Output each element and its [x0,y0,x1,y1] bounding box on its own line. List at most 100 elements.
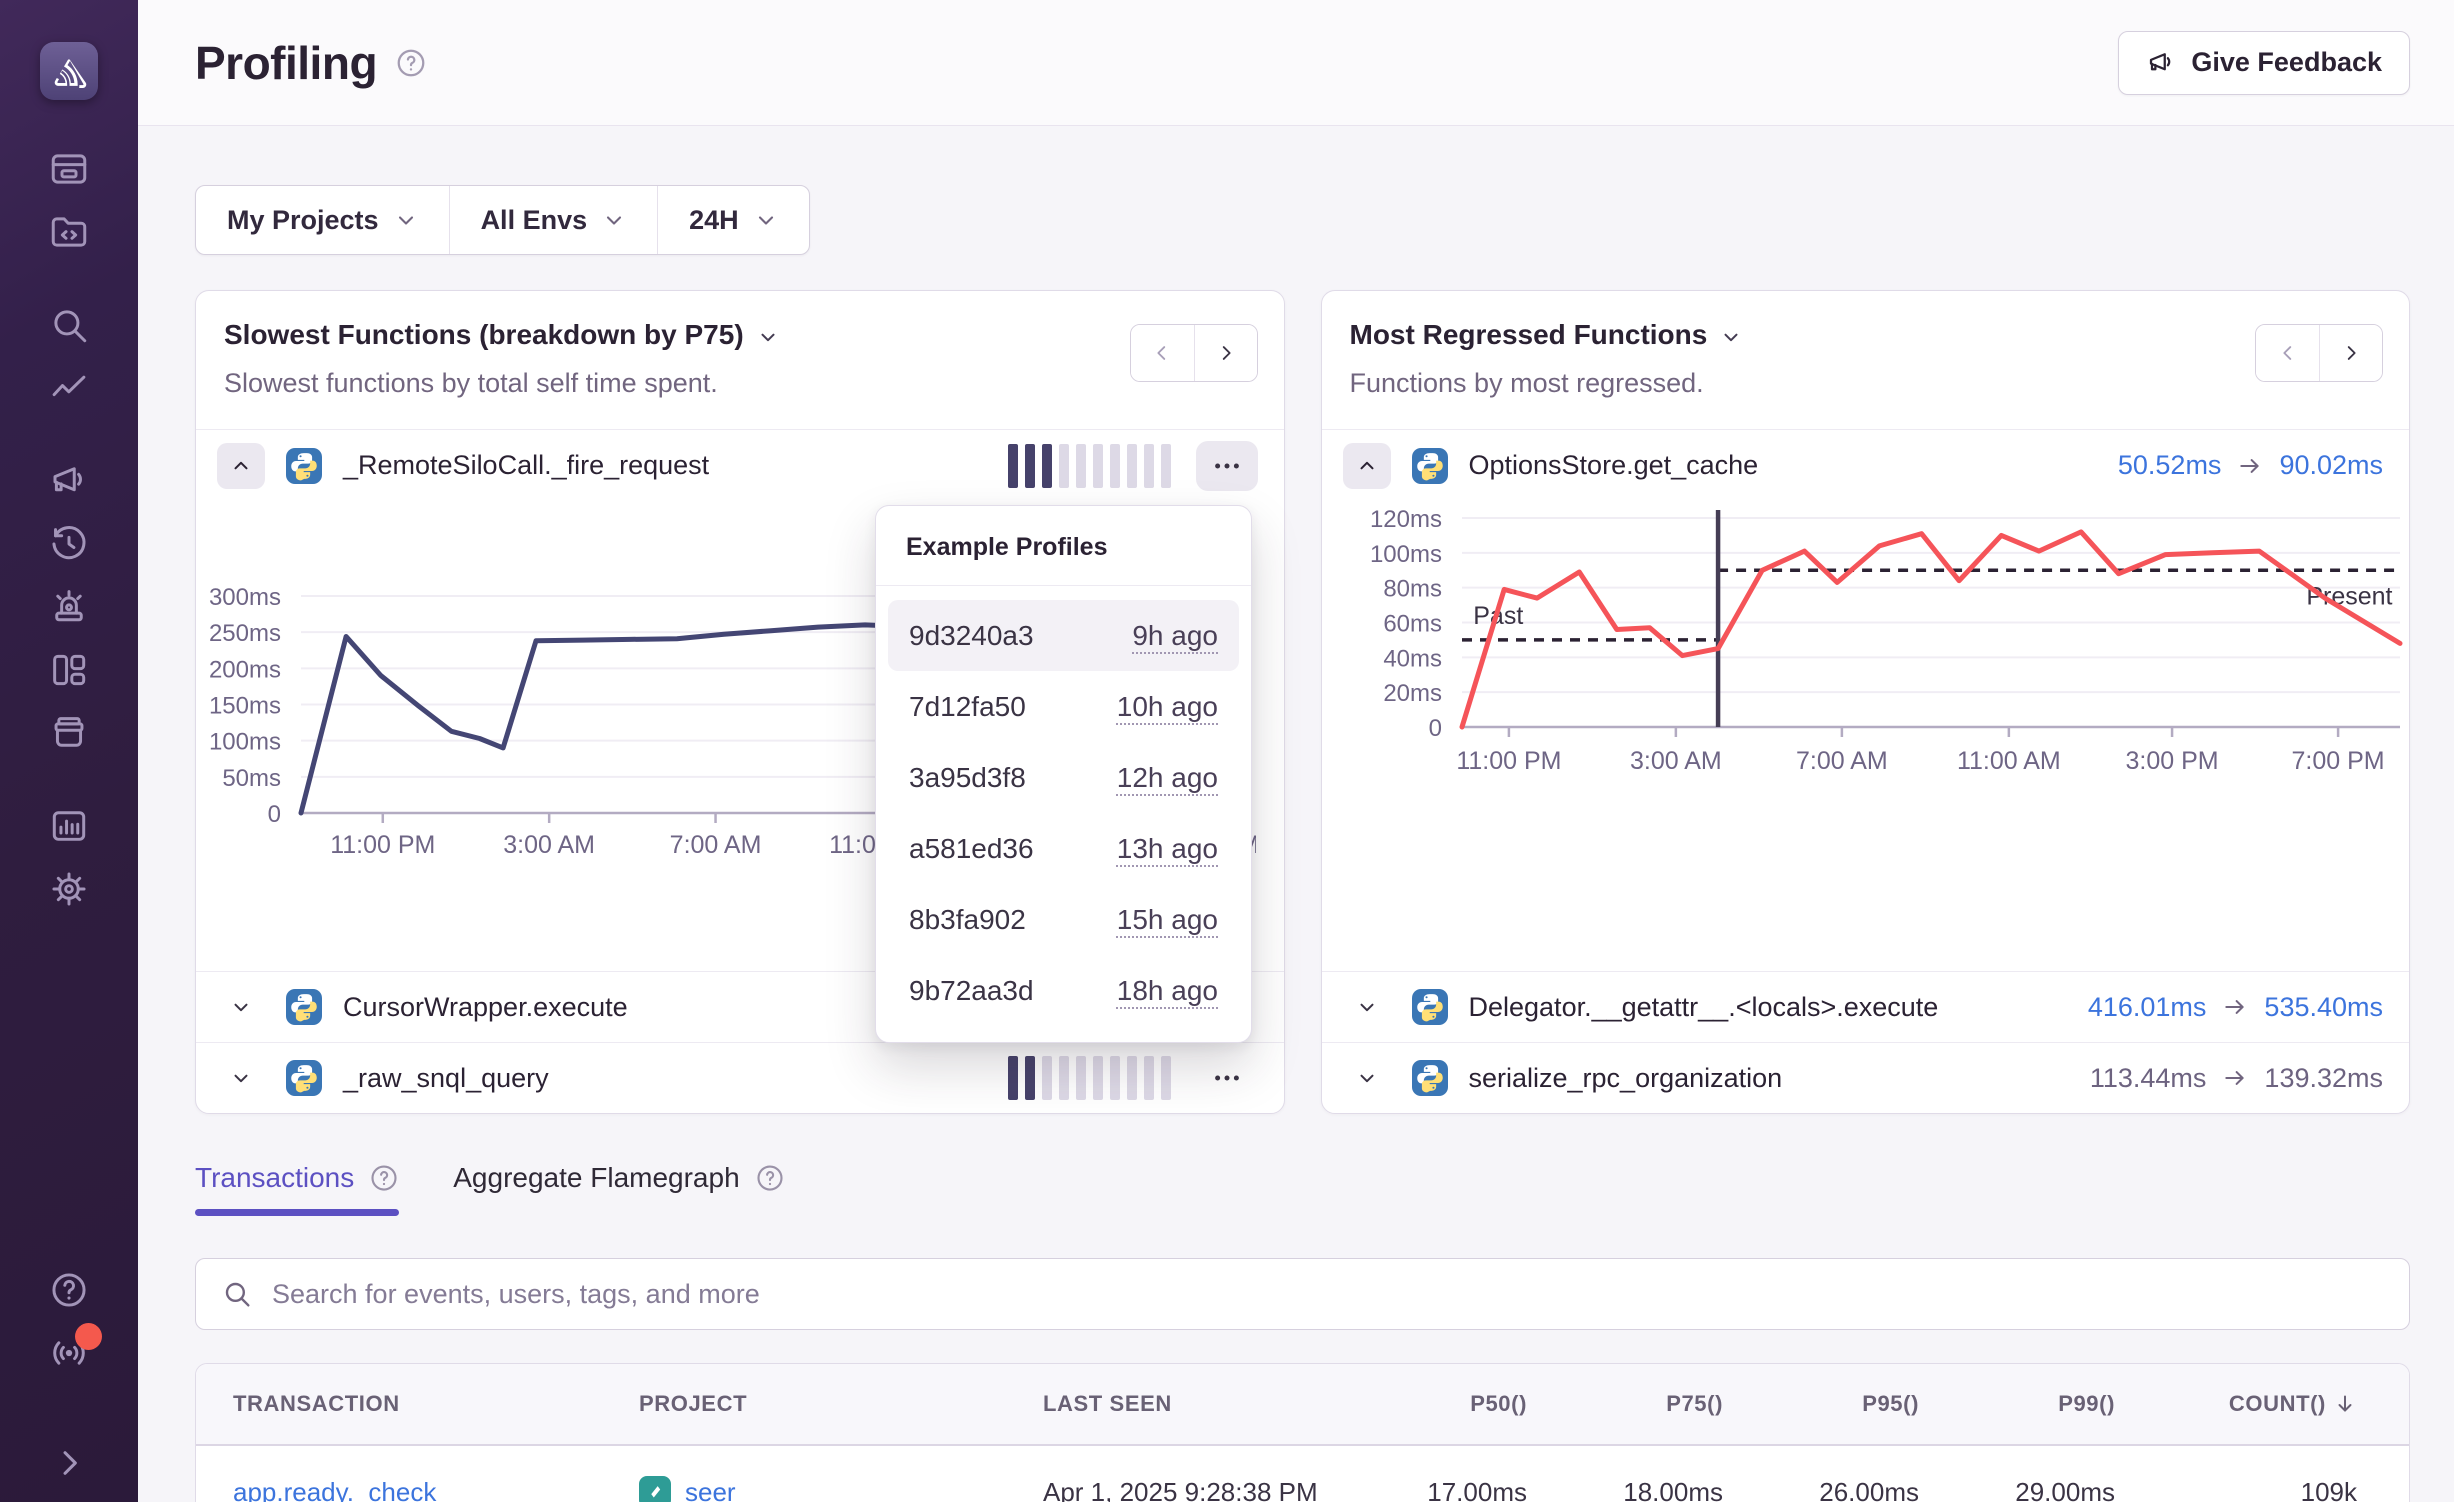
profile-item[interactable]: 3a95d3f8 12h ago [888,742,1239,813]
sidebar-item-help[interactable] [46,1267,92,1313]
table-row[interactable]: app.ready._check seer Apr 1, 2025 9:28:3… [196,1446,2409,1502]
tab-label: Aggregate Flamegraph [453,1162,739,1194]
profile-age-link[interactable]: 12h ago [1117,762,1218,794]
project-filter[interactable]: My Projects [196,186,449,254]
sidebar-item-user-feedback[interactable] [46,458,92,504]
chevron-right-icon [2340,342,2362,364]
function-name[interactable]: _RemoteSiloCall._fire_request [343,450,709,481]
siren-icon [48,586,90,628]
profile-age-link[interactable]: 15h ago [1117,904,1218,936]
distribution-bar [1127,444,1137,488]
project-cell[interactable]: seer [639,1476,1043,1502]
profile-id: 9d3240a3 [909,620,1034,652]
profile-item[interactable]: a581ed36 13h ago [888,813,1239,884]
profile-age-link[interactable]: 9h ago [1132,620,1218,652]
sidebar-item-releases[interactable] [46,710,92,756]
example-profiles-title: Example Profiles [876,506,1251,586]
sidebar-footer [46,1267,92,1486]
collapse-row-button[interactable] [1343,443,1391,489]
regressed-function-row: serialize_rpc_organization 113.44ms 139.… [1322,1042,2410,1113]
function-name[interactable]: _raw_snql_query [343,1063,549,1094]
profile-item[interactable]: 8b3fa902 15h ago [888,884,1239,955]
sidebar-item-dashboards[interactable] [46,647,92,693]
expand-row-button[interactable] [217,1067,265,1089]
profile-age-link[interactable]: 10h ago [1117,691,1218,723]
slowest-functions-header: Slowest Functions (breakdown by P75) Slo… [196,291,1284,430]
column-header-count[interactable]: COUNT() [2115,1391,2357,1417]
column-header-p99[interactable]: P99() [1919,1391,2115,1417]
sidebar-item-replays[interactable] [46,521,92,567]
time-range-filter[interactable]: 24H [657,186,809,254]
tab-transactions[interactable]: Transactions [195,1162,399,1216]
sidebar-item-whats-new[interactable] [46,1330,92,1376]
column-header-project[interactable]: PROJECT [639,1391,1043,1417]
transaction-link[interactable]: app.ready._check [233,1477,639,1502]
slowest-functions-title[interactable]: Slowest Functions (breakdown by P75) [224,319,779,351]
megaphone-icon [2146,48,2176,78]
distribution-bar [1110,444,1120,488]
function-name[interactable]: OptionsStore.get_cache [1469,450,1759,481]
tab-help-icon[interactable] [369,1163,399,1193]
search-bar [195,1258,2410,1330]
column-header-p75[interactable]: P75() [1527,1391,1723,1417]
filter-bar: My Projects All Envs 24H [195,185,810,255]
search-icon [48,304,90,346]
column-header-transaction[interactable]: TRANSACTION [233,1391,639,1417]
tab-aggregate-flamegraph[interactable]: Aggregate Flamegraph [453,1162,784,1216]
distribution-bar [1093,444,1103,488]
row-more-button[interactable] [1196,1053,1258,1103]
profile-age-link[interactable]: 13h ago [1117,833,1218,865]
expand-row-button[interactable] [217,996,265,1018]
sidebar-item-projects[interactable] [46,209,92,255]
function-name[interactable]: Delegator.__getattr__.<locals>.execute [1469,992,1939,1023]
svg-text:20ms: 20ms [1383,680,1442,707]
ellipsis-icon [1212,451,1242,481]
row-more-button[interactable] [1196,441,1258,491]
gear-icon [48,868,90,910]
python-icon [1412,989,1448,1025]
profile-id: 3a95d3f8 [909,762,1026,794]
collapse-row-button[interactable] [217,443,265,489]
column-header-p95[interactable]: P95() [1723,1391,1919,1417]
sidebar-item-alerts[interactable] [46,584,92,630]
sidebar-item-settings[interactable] [46,866,92,912]
pager-previous-button[interactable] [1131,325,1194,381]
pager-next-button[interactable] [2319,325,2382,381]
sidebar-item-traces[interactable] [46,365,92,411]
profile-age-link[interactable]: 18h ago [1117,975,1218,1007]
tab-help-icon[interactable] [755,1163,785,1193]
pager-previous-button[interactable] [2256,325,2319,381]
sidebar-item-issues[interactable] [46,146,92,192]
most-regressed-title[interactable]: Most Regressed Functions [1350,319,1743,351]
tab-label: Transactions [195,1162,354,1194]
pager-next-button[interactable] [1194,325,1257,381]
sidebar-collapse-toggle[interactable] [46,1440,92,1486]
profiling-help-icon[interactable] [395,47,427,79]
expand-row-button[interactable] [1343,1067,1391,1089]
function-name[interactable]: CursorWrapper.execute [343,992,628,1023]
environment-filter[interactable]: All Envs [449,186,658,254]
column-header-last-seen[interactable]: LAST SEEN [1043,1391,1331,1417]
function-name[interactable]: serialize_rpc_organization [1469,1063,1783,1094]
after-value[interactable]: 535.40ms [2264,992,2383,1023]
column-header-p50[interactable]: P50() [1331,1391,1527,1417]
profile-item[interactable]: 7d12fa50 10h ago [888,671,1239,742]
before-value[interactable]: 416.01ms [2088,992,2207,1023]
search-input[interactable] [272,1279,2384,1310]
profile-item[interactable]: 9d3240a3 9h ago [888,600,1239,671]
sentry-logo[interactable] [40,42,98,100]
sidebar-item-stats[interactable] [46,803,92,849]
expand-row-button[interactable] [1343,996,1391,1018]
p95-cell: 26.00ms [1723,1477,1919,1502]
svg-text:11:00 AM: 11:00 AM [1956,747,2060,775]
widget-panels: Slowest Functions (breakdown by P75) Slo… [195,290,2410,1114]
chevron-down-icon [757,326,779,348]
give-feedback-button[interactable]: Give Feedback [2118,31,2410,95]
after-value[interactable]: 90.02ms [2279,450,2383,481]
chevron-down-icon [230,1067,252,1089]
profile-item[interactable]: 9b72aa3d 18h ago [888,955,1239,1026]
sidebar-item-explore[interactable] [46,302,92,348]
svg-text:7:00 AM: 7:00 AM [670,831,762,859]
svg-text:100ms: 100ms [209,729,281,756]
before-value[interactable]: 50.52ms [2118,450,2222,481]
